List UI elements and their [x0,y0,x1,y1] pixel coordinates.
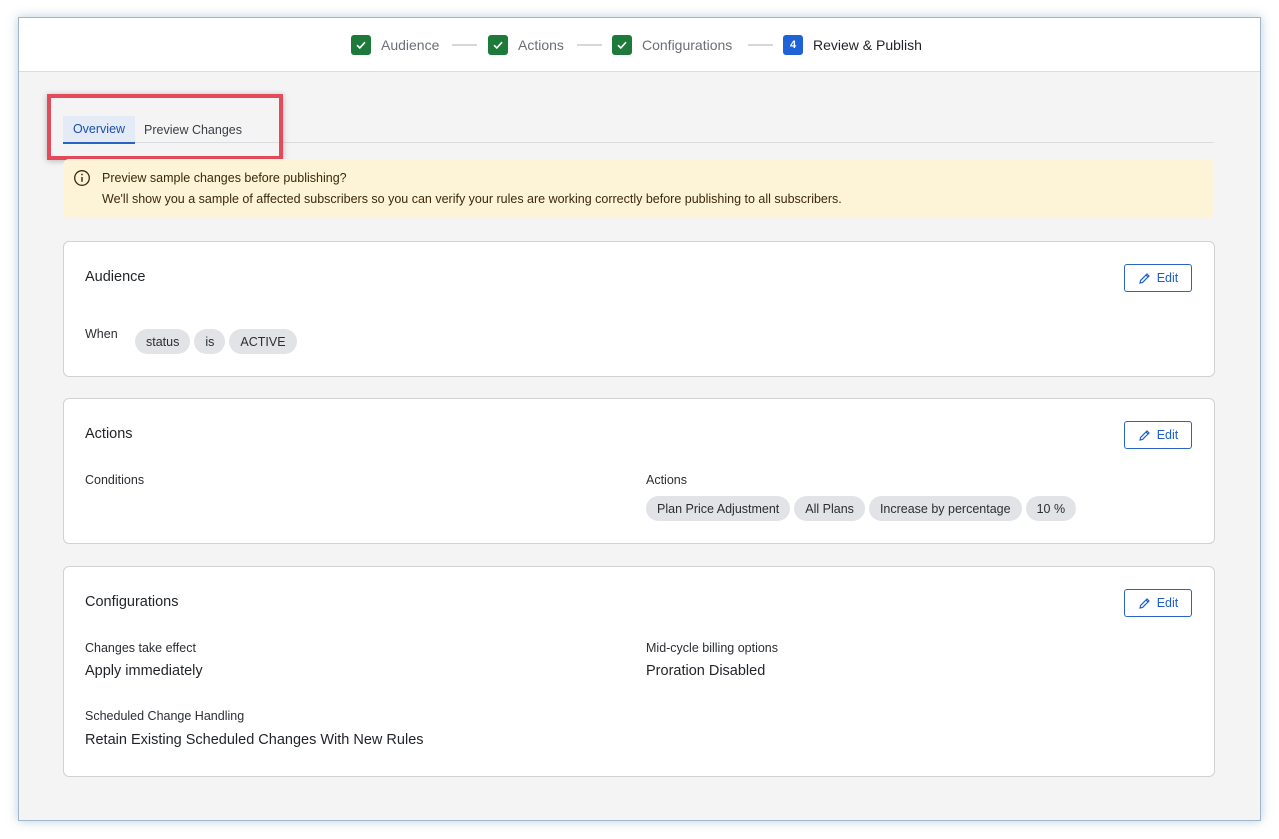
pencil-icon [1138,429,1150,441]
chip: Plan Price Adjustment [646,496,791,521]
chip: is [194,329,226,354]
tab-overview[interactable]: Overview [63,116,135,144]
step-label: Review & Publish [813,37,922,53]
step-configurations[interactable]: Configurations [612,35,732,55]
edit-configurations-button[interactable]: Edit [1124,589,1192,617]
step-label: Audience [381,37,440,53]
scheduled-change-value: Retain Existing Scheduled Changes With N… [85,732,424,748]
actions-card: Actions Edit Conditions Actions Plan Pri… [63,398,1215,544]
step-connector [748,44,773,46]
pencil-icon [1138,597,1150,609]
actions-label: Actions [646,473,687,487]
step-actions[interactable]: Actions [488,35,564,55]
chip: 10 % [1025,496,1077,521]
card-title: Audience [85,269,146,285]
step-review-publish[interactable]: 4 Review & Publish [783,35,922,55]
audience-chips: status is ACTIVE [135,329,301,354]
tab-preview-changes[interactable]: Preview Changes [139,116,247,144]
audience-card: Audience Edit When status is ACTIVE [63,241,1215,377]
step-label: Configurations [642,37,733,53]
step-audience[interactable]: Audience [351,35,439,55]
stepper: Audience Actions Configurations 4 Review… [19,18,1260,72]
check-icon [351,35,371,55]
chip: Increase by percentage [868,496,1022,521]
chip: All Plans [794,496,865,521]
card-title: Actions [85,426,133,442]
info-icon [73,169,91,187]
scheduled-change-label: Scheduled Change Handling [85,709,245,723]
when-label: When [85,327,118,341]
banner-title: Preview sample changes before publishing… [102,171,347,185]
pencil-icon [1138,272,1150,284]
app-window: Audience Actions Configurations 4 Review… [18,17,1261,821]
changes-take-effect-value: Apply immediately [85,663,203,679]
check-icon [488,35,508,55]
conditions-label: Conditions [85,473,145,487]
step-label: Actions [518,37,564,53]
configurations-card: Configurations Edit Changes take effect … [63,566,1215,777]
mid-cycle-value: Proration Disabled [646,663,766,679]
mid-cycle-label: Mid-cycle billing options [646,641,779,655]
banner-text: We'll show you a sample of affected subs… [102,192,842,206]
edit-label: Edit [1156,271,1179,285]
check-icon [612,35,632,55]
chip: status [135,329,191,354]
edit-audience-button[interactable]: Edit [1124,264,1192,292]
info-banner: Preview sample changes before publishing… [63,159,1214,218]
changes-take-effect-label: Changes take effect [85,641,196,655]
card-title: Configurations [85,594,179,610]
chip: ACTIVE [229,329,297,354]
step-connector [577,44,602,46]
edit-label: Edit [1156,596,1179,610]
action-chips: Plan Price Adjustment All Plans Increase… [646,496,1080,521]
tab-bar: Overview Preview Changes [63,90,1214,144]
edit-actions-button[interactable]: Edit [1124,421,1192,449]
step-connector [452,44,477,46]
step-number: 4 [783,35,803,55]
edit-label: Edit [1156,428,1179,442]
